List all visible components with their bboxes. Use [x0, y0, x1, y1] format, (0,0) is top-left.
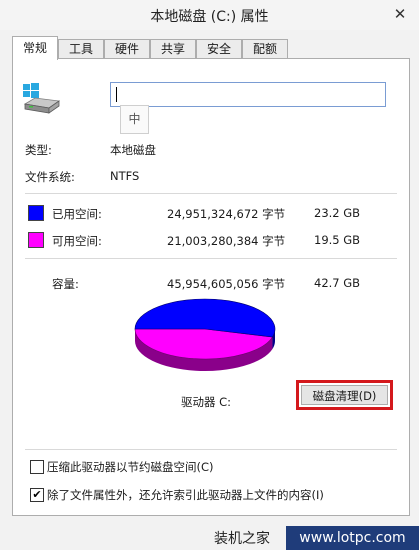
tab-tools[interactable]: 工具	[58, 39, 104, 59]
close-button[interactable]: ✕	[387, 4, 413, 24]
divider	[25, 449, 397, 450]
filesystem-value: NTFS	[110, 169, 140, 183]
watermark: 装机之家 www.lotpc.com	[214, 526, 419, 550]
used-space-size: 23.2 GB	[314, 206, 361, 220]
window-title: 本地磁盘 (C:) 属性	[150, 9, 269, 25]
free-space-label: 可用空间:	[52, 234, 102, 248]
text-caret	[116, 87, 117, 102]
capacity-label: 容量:	[52, 277, 79, 291]
general-tab-panel: 中 类型: 本地磁盘 文件系统: NTFS 已用空间: 24,951,324,6…	[12, 58, 410, 516]
disk-usage-pie	[134, 298, 276, 372]
compress-checkbox[interactable]	[30, 460, 44, 474]
tab-general[interactable]: 常规	[12, 36, 58, 60]
tab-security[interactable]: 安全	[196, 39, 242, 59]
type-value: 本地磁盘	[110, 143, 156, 157]
title-bar: 本地磁盘 (C:) 属性 ✕	[0, 0, 419, 30]
used-space-label: 已用空间:	[52, 207, 102, 221]
drive-name-input[interactable]	[110, 82, 386, 107]
index-label: 除了文件属性外，还允许索引此驱动器上文件的内容(I)	[47, 488, 324, 502]
index-checkbox[interactable]: ✔	[30, 488, 44, 502]
type-label: 类型:	[25, 143, 52, 157]
tab-hardware[interactable]: 硬件	[104, 39, 150, 59]
divider	[25, 258, 397, 259]
capacity-bytes: 45,954,605,056 字节	[167, 277, 286, 291]
drive-icon	[23, 83, 61, 114]
divider	[25, 193, 397, 194]
free-space-size: 19.5 GB	[314, 233, 361, 247]
used-space-swatch	[28, 205, 44, 221]
filesystem-label: 文件系统:	[25, 170, 75, 184]
used-space-bytes: 24,951,324,672 字节	[167, 207, 286, 221]
disk-cleanup-button[interactable]: 磁盘清理(D)	[301, 385, 388, 405]
capacity-size: 42.7 GB	[314, 276, 361, 290]
compress-label: 压缩此驱动器以节约磁盘空间(C)	[47, 460, 214, 474]
watermark-brand: 装机之家	[214, 531, 270, 547]
drive-letter-label: 驱动器 C:	[181, 395, 232, 409]
tab-sharing[interactable]: 共享	[150, 39, 196, 59]
free-space-bytes: 21,003,280,384 字节	[167, 234, 286, 248]
ime-indicator: 中	[120, 105, 149, 134]
tab-quota[interactable]: 配额	[242, 39, 288, 59]
cleanup-highlight: 磁盘清理(D)	[296, 380, 393, 410]
free-space-swatch	[28, 232, 44, 248]
watermark-url: www.lotpc.com	[286, 526, 419, 550]
